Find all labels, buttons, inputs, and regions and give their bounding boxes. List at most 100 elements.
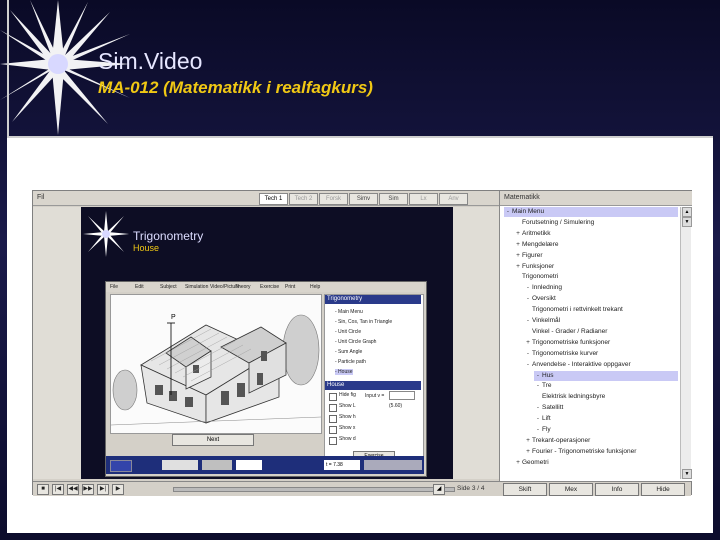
tab-tech-2[interactable]: Tech 2 (289, 193, 318, 205)
tree-item[interactable]: Trigonometri (514, 272, 678, 282)
right-margin (453, 207, 499, 479)
resize-icon[interactable]: ◢ (433, 484, 445, 495)
inner-list-item[interactable]: - Sum Angle (335, 349, 362, 355)
tree-item[interactable]: + Trekant-operasjoner (524, 436, 678, 446)
tree-item[interactable]: - Tre (534, 381, 678, 391)
tree-item[interactable]: - Anvendelse - Interaktive oppgaver (524, 360, 678, 370)
inner-menu-help[interactable]: Help (310, 284, 320, 290)
leaf-bullet-icon: - (526, 284, 530, 292)
next-button[interactable]: Next (172, 434, 254, 446)
tree-item[interactable]: Elektrisk ledningsbyre (534, 392, 678, 402)
tree-item-label: Elektrisk ledningsbyre (542, 393, 606, 401)
timeline-slider[interactable] (173, 487, 455, 492)
video-frame[interactable]: Trigonometry House File Edit Subject Simula… (81, 207, 453, 479)
tree-item[interactable]: + Aritmetikk (514, 229, 678, 239)
tab-forsk[interactable]: Forsk (319, 193, 348, 205)
checkbox[interactable] (329, 437, 337, 445)
tree-item-label: Trekant-operasjoner (532, 436, 591, 444)
tree-item-label: Oversikt (532, 295, 556, 303)
tree-item[interactable]: Forutsetning / Simulering (514, 218, 678, 228)
leaf-bullet-icon: - (506, 208, 510, 215)
fast-forward-icon[interactable]: ▶▶ (82, 484, 94, 495)
tree-item[interactable]: - Satellitt (534, 403, 678, 413)
inner-menu-print[interactable]: Print (285, 284, 295, 290)
info-button[interactable]: Info (595, 483, 639, 496)
inner-list-item[interactable]: - House (335, 369, 353, 375)
tree-item[interactable]: + Geometri (514, 458, 678, 468)
leaf-bullet-icon: - (536, 404, 540, 412)
color-swatches[interactable] (202, 460, 232, 470)
inner-list-item[interactable]: - Unit Circle (335, 329, 361, 335)
tree-item[interactable]: + Figurer (514, 251, 678, 261)
rewind-icon[interactable]: ◀◀ (67, 484, 79, 495)
tree-item-label: Trigonometriske funksjoner (532, 338, 611, 346)
tree-item[interactable]: Vinkel - Grader / Radianer (524, 327, 678, 337)
leaf-bullet-icon: - (536, 415, 540, 423)
scroll-down-icon[interactable]: ▼ (682, 217, 692, 227)
inner-menu-subject[interactable]: Subject (160, 284, 177, 290)
play-icon[interactable]: ▶ (112, 484, 124, 495)
inner-menu-file[interactable]: File (110, 284, 118, 290)
tree-item[interactable]: - Trigonometriske kurver (524, 349, 678, 359)
expand-icon: + (526, 447, 530, 455)
rewind-start-icon[interactable]: |◀ (52, 484, 64, 495)
input-field[interactable] (389, 391, 415, 400)
tree-scrollbar[interactable]: ▲ ▼ ▼ (680, 207, 692, 479)
tree-item-label: Vinkelmål (532, 317, 561, 324)
tree-item[interactable]: - Innledning (524, 283, 678, 293)
checkbox-label: Show d (339, 436, 356, 442)
tree-item[interactable]: - Oversikt (524, 294, 678, 304)
line-style-box[interactable] (162, 460, 198, 470)
tree-item[interactable]: - Main Menu (504, 207, 678, 217)
hide-button[interactable]: Hide (641, 483, 685, 496)
star-burst-icon (83, 211, 129, 257)
inner-list-item[interactable]: - Unit Circle Graph (335, 339, 376, 345)
slide-title: Sim.Video (98, 48, 203, 74)
inner-list-item[interactable]: - Main Menu (335, 309, 363, 315)
tree-item-label: Aritmetikk (522, 229, 551, 237)
step-field[interactable] (236, 460, 262, 470)
tree-item-label: Trigonometri i rettvinkelt trekant (532, 306, 623, 314)
tree-item[interactable]: + Fourier - Trigonometriske funksjoner (524, 447, 678, 457)
tree-item[interactable]: - Fly (534, 425, 678, 435)
tree-item-label: Tre (542, 382, 552, 390)
tab-simv[interactable]: Simv (349, 193, 378, 205)
tab-anv[interactable]: Anv (439, 193, 468, 205)
video-title: Trigonometry (133, 229, 204, 243)
checkbox[interactable] (329, 404, 337, 412)
inner-menu-theory[interactable]: Theory (235, 284, 251, 290)
tab-tech-1[interactable]: Tech 1 (259, 193, 288, 205)
expand-icon: + (516, 262, 520, 270)
inner-menu-exercise[interactable]: Exercise (260, 284, 279, 290)
inner-menu-simulation[interactable]: Simulation (185, 284, 208, 290)
leaf-bullet-icon: - (526, 295, 530, 303)
tab-lx[interactable]: Lx (409, 193, 438, 205)
checkbox[interactable] (329, 393, 337, 401)
scroll-up-icon[interactable]: ▲ (682, 207, 692, 217)
tree-item[interactable]: - Vinkelmål (524, 316, 678, 326)
tree-item[interactable]: Trigonometri i rettvinkelt trekant (524, 305, 678, 315)
inner-list-item[interactable]: - Particle path (335, 359, 366, 365)
inner-menu-edit[interactable]: Edit (135, 284, 144, 290)
forward-end-icon[interactable]: ▶| (97, 484, 109, 495)
inner-list-item[interactable]: - Sin, Cos, Tan in Triangle (335, 319, 392, 325)
skift-button[interactable]: Skift (503, 483, 547, 496)
stop-icon[interactable]: ■ (37, 484, 49, 495)
tree-item[interactable]: - Lift (534, 414, 678, 424)
file-menu[interactable]: Fil (37, 194, 44, 201)
mex-button[interactable]: Mex (549, 483, 593, 496)
tree-item[interactable]: + Trigonometriske funksjoner (524, 338, 678, 348)
tree-item[interactable]: + Funksjoner (514, 262, 678, 272)
tree-item[interactable]: - Hus (534, 370, 678, 381)
tree-item[interactable]: + Mengdelære (514, 240, 678, 250)
expand-icon: + (516, 240, 520, 248)
tree-item-label: Mengdelære (522, 240, 559, 248)
scroll-bottom-icon[interactable]: ▼ (682, 469, 692, 479)
expand-icon: + (516, 229, 520, 237)
checkbox[interactable] (329, 426, 337, 434)
arrow-control[interactable] (110, 460, 132, 472)
playback-controls[interactable] (364, 460, 422, 470)
checkbox[interactable] (329, 415, 337, 423)
tab-sim[interactable]: Sim (379, 193, 408, 205)
inner-lower-header: House (325, 381, 421, 390)
